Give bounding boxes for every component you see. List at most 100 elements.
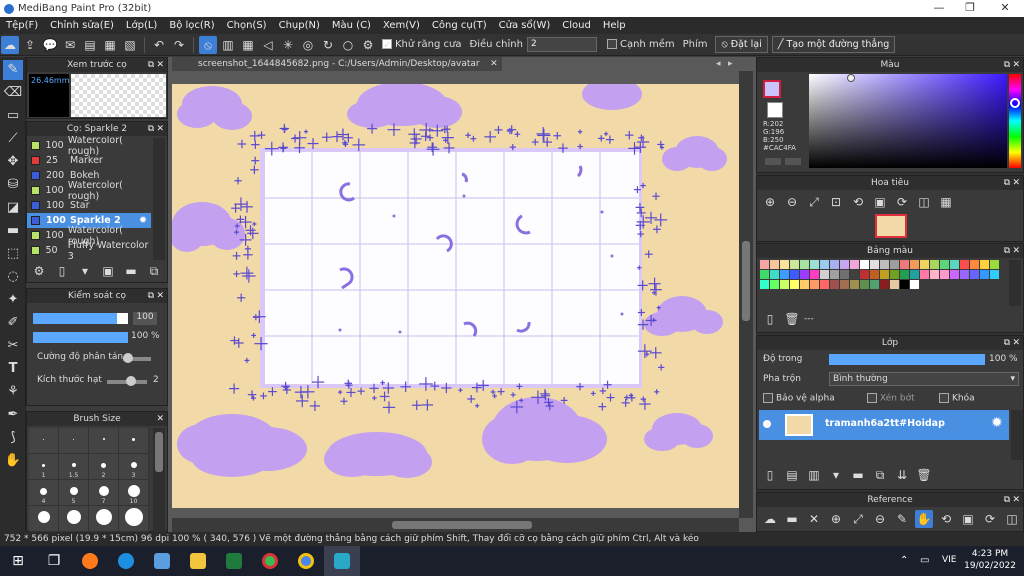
chrome-alt-icon[interactable] bbox=[288, 546, 324, 576]
palette-swatch[interactable] bbox=[890, 270, 899, 279]
palette-swatch[interactable] bbox=[760, 280, 769, 289]
palette-swatch[interactable] bbox=[920, 270, 929, 279]
menu-window[interactable]: Cửa sổ(W) bbox=[493, 20, 557, 31]
tray-chevron-icon[interactable]: ⌃ bbox=[900, 555, 908, 566]
minimize-button[interactable]: — bbox=[924, 0, 954, 17]
palette-swatch[interactable] bbox=[960, 270, 969, 279]
zoom-out-icon[interactable]: ⊖ bbox=[783, 193, 801, 211]
ref-fit-icon[interactable]: ⤢ bbox=[849, 510, 867, 528]
panel-close-icon[interactable]: ✕ bbox=[1012, 58, 1020, 72]
ref-close-icon[interactable]: ✕ bbox=[805, 510, 823, 528]
palette-swatch[interactable] bbox=[870, 260, 879, 269]
brush-size-option[interactable]: 5 bbox=[59, 480, 89, 506]
select-eraser-icon[interactable]: ✂ bbox=[3, 336, 23, 356]
color-add-button[interactable] bbox=[765, 158, 781, 165]
folder-icon[interactable]: ▬ bbox=[122, 262, 140, 280]
cloud-icon[interactable]: ☁ bbox=[1, 35, 19, 54]
palette-swatch[interactable] bbox=[830, 270, 839, 279]
brush-size-option[interactable]: 2 bbox=[89, 454, 119, 480]
settings-icon[interactable]: ⚙ bbox=[359, 36, 377, 54]
palette-swatch[interactable] bbox=[800, 280, 809, 289]
new-brush-icon[interactable]: ▯ bbox=[53, 262, 71, 280]
palette-swatch[interactable] bbox=[850, 270, 859, 279]
snap-parallel-icon[interactable]: ▥ bbox=[219, 36, 237, 54]
brush-size-option[interactable]: 3 bbox=[119, 454, 149, 480]
menu-layer[interactable]: Lớp(L) bbox=[120, 20, 163, 31]
actual-size-icon[interactable]: ⊡ bbox=[827, 193, 845, 211]
panel-icon[interactable]: ▦ bbox=[101, 36, 119, 54]
eye-icon[interactable] bbox=[763, 420, 771, 428]
ref-pen-icon[interactable]: ✎ bbox=[893, 510, 911, 528]
brush-size-option[interactable]: 1.5 bbox=[59, 454, 89, 480]
snap-off-icon[interactable]: ⦸ bbox=[199, 35, 217, 54]
palette-swatch[interactable] bbox=[950, 270, 959, 279]
palette-swatch[interactable] bbox=[990, 260, 999, 269]
chrome-icon[interactable] bbox=[252, 546, 288, 576]
brush-menu-icon[interactable]: ▾ bbox=[76, 262, 94, 280]
panel-pin-icon[interactable]: ⧉ bbox=[1004, 58, 1010, 72]
color-picker-cursor[interactable] bbox=[847, 74, 855, 82]
palette-swatch[interactable] bbox=[830, 260, 839, 269]
palette-swatch[interactable] bbox=[790, 280, 799, 289]
language-indicator[interactable]: VIE bbox=[942, 555, 957, 565]
alpha-protect-checkbox[interactable] bbox=[763, 393, 773, 403]
divide-tool-icon[interactable]: ⚘ bbox=[3, 382, 23, 402]
palette-swatch[interactable] bbox=[820, 280, 829, 289]
palette-swatch[interactable] bbox=[950, 260, 959, 269]
brush-item[interactable]: 50 Fluffy Watercolor 3 bbox=[27, 240, 151, 262]
menu-cloud[interactable]: Cloud bbox=[556, 20, 597, 31]
alpha-protect-toggle[interactable]: Bảo vệ alpha bbox=[763, 393, 835, 404]
brush-item[interactable]: 100 Watercolor( rough) bbox=[27, 135, 151, 157]
menu-help[interactable]: Help bbox=[597, 20, 632, 31]
clip-checkbox[interactable] bbox=[867, 393, 877, 403]
menu-snap[interactable]: Chụp(N) bbox=[273, 20, 326, 31]
brush-size-option[interactable] bbox=[29, 506, 59, 532]
palette-scrollbar[interactable] bbox=[1009, 260, 1021, 306]
palette-swatch[interactable] bbox=[890, 260, 899, 269]
palette-swatch[interactable] bbox=[880, 260, 889, 269]
palette-swatch[interactable] bbox=[990, 270, 999, 279]
panel-pin-icon[interactable]: ⧉ bbox=[148, 289, 154, 303]
secondary-color-swatch[interactable] bbox=[767, 102, 783, 118]
color-remove-button[interactable] bbox=[785, 158, 801, 165]
color-picker-field[interactable] bbox=[809, 74, 1007, 168]
primary-color-swatch[interactable] bbox=[763, 80, 781, 98]
rotate-left-icon[interactable]: ⟲ bbox=[849, 193, 867, 211]
clip-toggle[interactable]: Xén bớt bbox=[867, 393, 915, 404]
layer-settings-icon[interactable]: ✹ bbox=[991, 415, 1003, 431]
brush-size-value[interactable]: 100 bbox=[133, 312, 157, 325]
menu-edit[interactable]: Chỉnh sửa(E) bbox=[44, 20, 120, 31]
adjust-select[interactable]: 2 bbox=[526, 37, 597, 52]
move-tool-icon[interactable]: ✥ bbox=[3, 152, 23, 172]
palette-swatch[interactable] bbox=[870, 280, 879, 289]
layer-scrollbar[interactable] bbox=[1011, 410, 1023, 460]
palette-swatch[interactable] bbox=[910, 270, 919, 279]
new-8bit-layer-icon[interactable]: ▥ bbox=[805, 466, 823, 484]
menu-select[interactable]: Chọn(S) bbox=[221, 20, 273, 31]
edge-checkbox[interactable] bbox=[606, 39, 617, 49]
ref-hand-icon[interactable]: ✋ bbox=[915, 510, 933, 528]
palette-swatch[interactable] bbox=[970, 260, 979, 269]
palette-swatch[interactable] bbox=[790, 270, 799, 279]
reset-button[interactable]: ⦸ Đặt lại bbox=[715, 36, 768, 53]
panel-close-icon[interactable]: ✕ bbox=[156, 289, 164, 303]
new-halftone-layer-icon[interactable]: ▤ bbox=[783, 466, 801, 484]
palette-swatch[interactable] bbox=[930, 260, 939, 269]
antialias-checkbox[interactable]: ✓ bbox=[382, 39, 392, 51]
tab-close-icon[interactable]: ✕ bbox=[490, 57, 498, 71]
restore-button[interactable]: ❐ bbox=[955, 0, 985, 17]
palette-swatch[interactable] bbox=[770, 260, 779, 269]
edge-toggle[interactable]: Cạnh mềm bbox=[606, 39, 675, 50]
layer-row[interactable]: tramanh6a2tt#Hoidap ✹ bbox=[759, 410, 1009, 440]
eraser-tool-icon[interactable]: ⌫ bbox=[3, 83, 23, 103]
snap-curve-icon[interactable]: ↻ bbox=[319, 36, 337, 54]
layer-opacity-slider[interactable] bbox=[829, 354, 985, 365]
brush-size-option[interactable] bbox=[119, 506, 149, 532]
palette-swatch[interactable] bbox=[900, 260, 909, 269]
duplicate-brush-icon[interactable]: ▣ bbox=[99, 262, 117, 280]
brush-size-option[interactable] bbox=[89, 506, 119, 532]
palette-swatch[interactable] bbox=[960, 260, 969, 269]
navigator-thumbnail[interactable] bbox=[875, 214, 907, 238]
delete-palette-icon[interactable]: 🗑 bbox=[783, 310, 801, 328]
palette-swatch[interactable] bbox=[860, 270, 869, 279]
